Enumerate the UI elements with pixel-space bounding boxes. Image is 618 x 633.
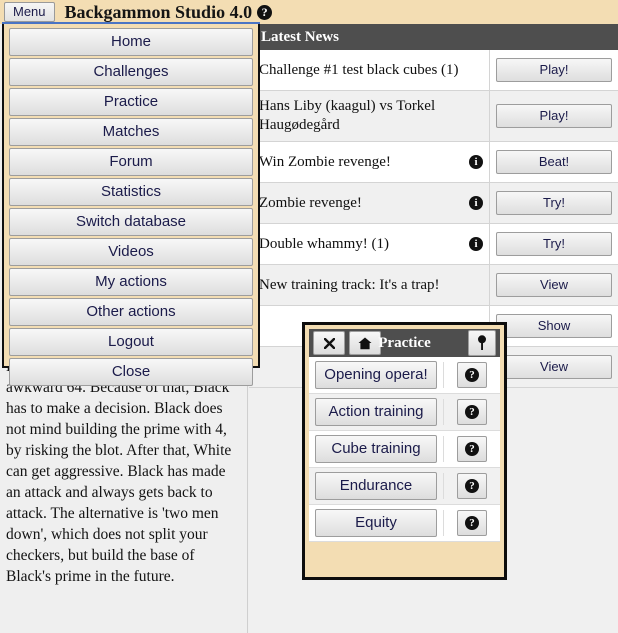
news-row-action-cell: View — [490, 265, 618, 305]
news-row: Hans Liby (kaagul) vs Torkel Haugødegård… — [249, 91, 618, 142]
close-icon[interactable] — [313, 331, 345, 355]
practice-button-action-training[interactable]: Action training — [315, 398, 437, 426]
news-row-action-cell: Try! — [490, 224, 618, 264]
menu-item-statistics[interactable]: Statistics — [9, 178, 253, 206]
practice-button-equity[interactable]: Equity — [315, 509, 437, 537]
menu-item-home[interactable]: Home — [9, 28, 253, 56]
practice-action-cell: Opening opera! — [309, 361, 443, 389]
help-icon[interactable]: ? — [457, 362, 487, 388]
practice-help-cell: ? — [443, 436, 500, 462]
pin-icon[interactable] — [468, 330, 496, 356]
news-row: Win Zombie revenge! i Beat! — [249, 142, 618, 183]
practice-action-cell: Endurance — [309, 472, 443, 500]
practice-row: Endurance? — [309, 468, 500, 505]
page-title: Backgammon Studio 4.0? — [65, 2, 273, 23]
menu-button[interactable]: Menu — [4, 2, 55, 22]
news-row: Challenge #1 test black cubes (1) Play! — [249, 50, 618, 91]
menu-item-challenges[interactable]: Challenges — [9, 58, 253, 86]
home-icon[interactable] — [349, 331, 381, 355]
news-row-text-cell: Double whammy! (1) i — [249, 224, 490, 264]
news-row-title: Hans Liby (kaagul) vs Torkel Haugødegård — [259, 98, 436, 133]
info-icon[interactable]: i — [469, 237, 483, 251]
app-titlebar: Menu Backgammon Studio 4.0? — [0, 0, 618, 24]
news-panel-header: Latest News — [249, 24, 618, 50]
news-action-button[interactable]: View — [496, 355, 612, 379]
question-mark-glyph: ? — [465, 405, 479, 419]
news-row-title: Challenge #1 test black cubes (1) — [259, 61, 459, 78]
news-action-button[interactable]: Try! — [496, 232, 612, 256]
help-icon[interactable]: ? — [457, 399, 487, 425]
practice-button-endurance[interactable]: Endurance — [315, 472, 437, 500]
menu-item-matches[interactable]: Matches — [9, 118, 253, 146]
menu-item-switch-database[interactable]: Switch database — [9, 208, 253, 236]
question-mark-glyph: ? — [465, 368, 479, 382]
help-icon[interactable]: ? — [457, 436, 487, 462]
help-icon[interactable]: ? — [457, 510, 487, 536]
menu-item-videos[interactable]: Videos — [9, 238, 253, 266]
news-row-title: Win Zombie revenge! — [259, 153, 391, 170]
help-icon[interactable]: ? — [457, 473, 487, 499]
news-row-action-cell: Play! — [490, 91, 618, 141]
news-row-text-cell: Challenge #1 test black cubes (1) — [249, 50, 490, 90]
practice-help-cell: ? — [443, 510, 500, 536]
practice-button-cube-training[interactable]: Cube training — [315, 435, 437, 463]
menu-accent-line — [2, 22, 260, 24]
practice-action-cell: Action training — [309, 398, 443, 426]
info-icon[interactable]: i — [469, 196, 483, 210]
question-mark-glyph: ? — [465, 442, 479, 456]
news-row-text-cell: Win Zombie revenge! i — [249, 142, 490, 182]
news-row: New training track: It's a trap! View — [249, 265, 618, 306]
news-action-button[interactable]: Beat! — [496, 150, 612, 174]
news-row-action-cell: Beat! — [490, 142, 618, 182]
menu-item-close[interactable]: Close — [9, 358, 253, 386]
news-row: Zombie revenge! i Try! — [249, 183, 618, 224]
practice-help-cell: ? — [443, 399, 500, 425]
menu-item-my-actions[interactable]: My actions — [9, 268, 253, 296]
question-mark-glyph: ? — [465, 479, 479, 493]
news-panel-title: Latest News — [261, 28, 339, 45]
news-row-action-cell: View — [490, 347, 618, 387]
practice-button-opening-opera-[interactable]: Opening opera! — [315, 361, 437, 389]
practice-row: Cube training? — [309, 431, 500, 468]
menu-item-other-actions[interactable]: Other actions — [9, 298, 253, 326]
practice-action-cell: Equity — [309, 509, 443, 537]
menu-dropdown-panel: Home Challenges Practice Matches Forum Statis… — [2, 23, 260, 386]
practice-row: Equity? — [309, 505, 500, 542]
practice-dialog-titlebar: Practice — [309, 329, 500, 357]
news-row-action-cell: Play! — [490, 50, 618, 90]
news-row-action-cell: Try! — [490, 183, 618, 223]
article-body-text: Black to play. White has made an awkward… — [6, 358, 232, 585]
news-row-text-cell: Zombie revenge! i — [249, 183, 490, 223]
news-row-text-cell: Hans Liby (kaagul) vs Torkel Haugødegård — [249, 91, 490, 141]
news-row: Double whammy! (1) i Try! — [249, 224, 618, 265]
practice-help-cell: ? — [443, 362, 500, 388]
app-title-text: Backgammon Studio 4.0 — [64, 1, 253, 22]
menu-item-logout[interactable]: Logout — [9, 328, 253, 356]
menu-item-practice[interactable]: Practice — [9, 88, 253, 116]
news-action-button[interactable]: View — [496, 273, 612, 297]
practice-dialog-body: Opening opera!? Action training? Cube trai… — [309, 357, 500, 542]
news-action-button[interactable]: Show — [496, 314, 612, 338]
practice-dialog: Practice Opening opera!? Action training?… — [302, 322, 507, 580]
news-action-button[interactable]: Play! — [496, 58, 612, 82]
practice-row: Opening opera!? — [309, 357, 500, 394]
news-row-text-cell: New training track: It's a trap! — [249, 265, 490, 305]
menu-item-forum[interactable]: Forum — [9, 148, 253, 176]
practice-row: Action training? — [309, 394, 500, 431]
practice-help-cell: ? — [443, 473, 500, 499]
question-mark-glyph: ? — [465, 516, 479, 530]
news-action-button[interactable]: Play! — [496, 104, 612, 128]
news-action-button[interactable]: Try! — [496, 191, 612, 215]
help-icon[interactable]: ? — [257, 4, 273, 20]
news-row-title: Double whammy! (1) — [259, 235, 389, 252]
news-row-title: Zombie revenge! — [259, 194, 362, 211]
news-row-action-cell: Show — [490, 306, 618, 346]
practice-action-cell: Cube training — [309, 435, 443, 463]
news-row-title: New training track: It's a trap! — [259, 276, 440, 293]
info-icon[interactable]: i — [469, 155, 483, 169]
